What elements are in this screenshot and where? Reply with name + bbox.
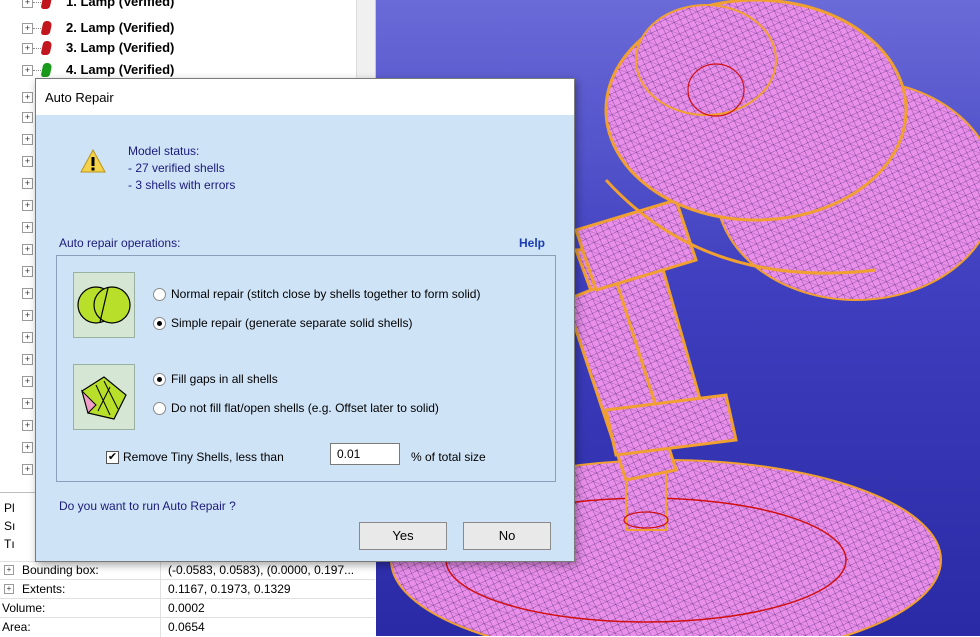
expand-icon[interactable]: + — [22, 376, 33, 387]
property-row-extents[interactable]: + Extents: 0.1167, 0.1973, 0.1329 — [0, 580, 375, 598]
simple-repair-radio[interactable] — [153, 317, 166, 330]
expand-icon[interactable]: + — [22, 266, 33, 277]
expand-icon[interactable]: + — [22, 420, 33, 431]
tiny-shells-unit-label: % of total size — [411, 450, 486, 464]
no-fill-radio[interactable] — [153, 402, 166, 415]
remove-tiny-shells-checkbox[interactable]: ✔ — [106, 451, 119, 464]
dialog-title: Auto Repair — [45, 90, 114, 105]
expand-icon[interactable]: + — [22, 112, 33, 123]
expand-icon[interactable]: + — [22, 92, 33, 103]
expand-icon[interactable]: + — [22, 442, 33, 453]
property-name: Bounding box: — [22, 563, 99, 577]
expand-icon[interactable]: + — [22, 43, 33, 54]
expand-icon[interactable]: + — [22, 65, 33, 76]
expand-icon[interactable]: + — [4, 565, 14, 575]
expand-icon[interactable]: + — [22, 310, 33, 321]
operations-group: Normal repair (stitch close by shells to… — [56, 255, 556, 482]
yes-button[interactable]: Yes — [359, 522, 447, 550]
radio-label: Do not fill flat/open shells (e.g. Offse… — [171, 401, 439, 415]
warning-icon — [80, 149, 106, 173]
property-name: Area: — [2, 620, 31, 634]
fill-mode-image — [73, 364, 135, 430]
expand-icon[interactable]: + — [22, 354, 33, 365]
radio-label: Normal repair (stitch close by shells to… — [171, 287, 481, 301]
expand-icon[interactable]: + — [22, 178, 33, 189]
tiny-shells-threshold-input[interactable] — [330, 443, 400, 465]
repair-mode-image — [73, 272, 135, 338]
tree-item-lamp-2[interactable]: + 2. Lamp (Verified) — [0, 18, 350, 40]
tree-item-lamp-1[interactable]: + 1. Lamp (Verified) — [0, 0, 350, 14]
property-row-area: Area: 0.0654 — [0, 618, 375, 636]
expand-icon[interactable]: + — [22, 0, 33, 8]
tree-item-label: 4. Lamp (Verified) — [66, 62, 175, 77]
expand-icon[interactable]: + — [4, 584, 14, 594]
property-value: (-0.0583, 0.0583), (0.0000, 0.197... — [168, 563, 355, 577]
property-value: 0.1167, 0.1973, 0.1329 — [168, 582, 291, 596]
help-link[interactable]: Help — [519, 236, 545, 250]
property-name: Pl — [4, 501, 15, 515]
confirm-question: Do you want to run Auto Repair ? — [59, 499, 236, 513]
expand-icon[interactable]: + — [22, 200, 33, 211]
fill-all-gaps-radio[interactable] — [153, 373, 166, 386]
status-line: - 3 shells with errors — [128, 178, 236, 192]
expand-icon[interactable]: + — [22, 134, 33, 145]
property-name: Tı — [4, 537, 15, 551]
property-name: Extents: — [22, 582, 66, 596]
property-row-volume: Volume: 0.0002 — [0, 599, 375, 617]
part-error-icon — [40, 21, 53, 35]
tree-item-label: 3. Lamp (Verified) — [66, 40, 175, 55]
property-name: Volume: — [2, 601, 46, 615]
radio-label: Fill gaps in all shells — [171, 372, 278, 386]
model-status-title: Model status: — [128, 144, 200, 158]
normal-repair-radio[interactable] — [153, 288, 166, 301]
expand-icon[interactable]: + — [22, 244, 33, 255]
tree-item-lamp-3[interactable]: + 3. Lamp (Verified) — [0, 38, 350, 60]
part-error-icon — [40, 0, 53, 9]
no-button[interactable]: No — [463, 522, 551, 550]
tree-item-label: 2. Lamp (Verified) — [66, 20, 175, 35]
property-name: Sı — [4, 519, 16, 533]
expand-icon[interactable]: + — [22, 23, 33, 34]
expand-icon[interactable]: + — [22, 332, 33, 343]
expand-icon[interactable]: + — [22, 464, 33, 475]
expand-icon[interactable]: + — [22, 288, 33, 299]
status-line: - 27 verified shells — [128, 161, 225, 175]
property-row-bounding-box[interactable]: + Bounding box: (-0.0583, 0.0583), (0.00… — [0, 561, 375, 579]
property-value: 0.0002 — [168, 601, 205, 615]
expand-icon[interactable]: + — [22, 398, 33, 409]
expand-icon[interactable]: + — [22, 156, 33, 167]
part-ok-icon — [40, 63, 53, 77]
operations-label: Auto repair operations: — [59, 236, 181, 250]
dialog-titlebar[interactable]: Auto Repair — [36, 79, 574, 115]
tree-item-label: 1. Lamp (Verified) — [66, 0, 175, 9]
part-error-icon — [40, 41, 53, 55]
remove-tiny-shells-label: Remove Tiny Shells, less than — [123, 450, 284, 464]
property-value: 0.0654 — [168, 620, 205, 634]
radio-label: Simple repair (generate separate solid s… — [171, 316, 413, 330]
expand-icon[interactable]: + — [22, 222, 33, 233]
auto-repair-dialog: Auto Repair Model status: - 27 verified … — [35, 78, 575, 562]
